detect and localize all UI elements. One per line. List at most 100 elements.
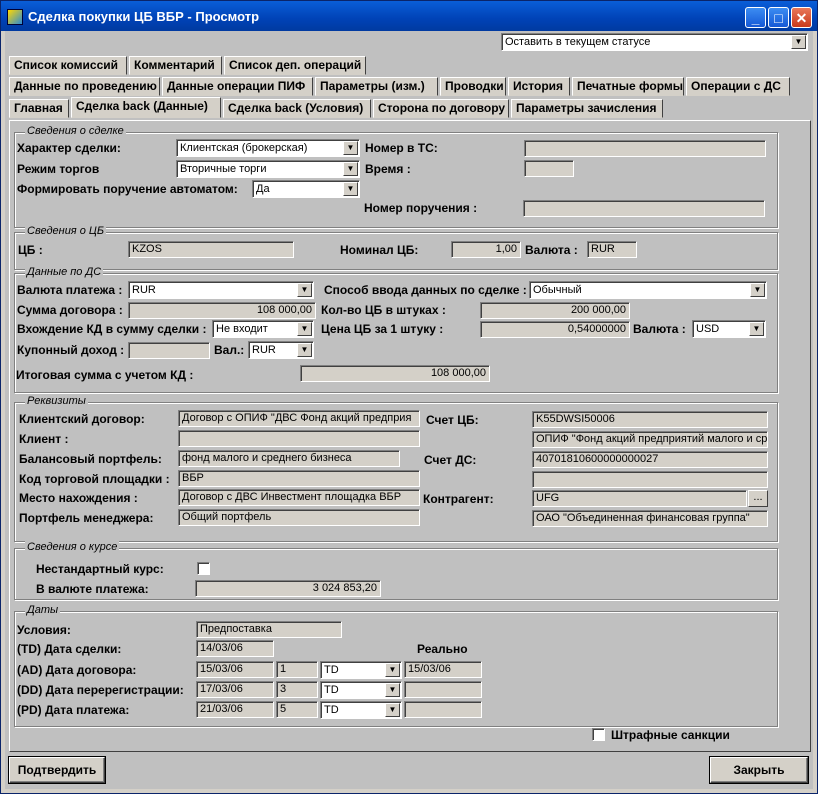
tab-pif-operation[interactable]: Данные операции ПИФ (162, 77, 313, 96)
manager-portfolio-field[interactable]: Общий портфель (178, 509, 420, 526)
title-bar[interactable]: Сделка покупки ЦБ ВБР - Просмотр _ □ ✕ (1, 1, 817, 31)
tab-deal-back-terms[interactable]: Сделка back (Условия) (223, 99, 371, 118)
agreement-type-select[interactable]: TD ▼ (320, 661, 402, 679)
pay-currency-select[interactable]: RUR ▼ (128, 281, 314, 299)
agreement-actual-field[interactable]: 15/03/06 (404, 661, 482, 678)
contract-sum-label: Сумма договора : (17, 303, 123, 317)
chevron-down-icon[interactable]: ▼ (343, 141, 358, 155)
reregistration-date-field[interactable]: 17/03/06 (196, 681, 274, 698)
chevron-down-icon[interactable]: ▼ (297, 343, 312, 357)
tab-deal-back-data[interactable]: Сделка back (Данные) (71, 97, 221, 118)
payment-actual-field[interactable] (404, 701, 482, 718)
close-button[interactable]: Закрыть (710, 757, 808, 783)
tab-execution-data[interactable]: Данные по проведению (9, 77, 160, 96)
tab-print-forms[interactable]: Печатные формы (572, 77, 684, 96)
chevron-down-icon[interactable]: ▼ (791, 35, 806, 49)
counterparty-name-field[interactable]: ОАО "Объединенная финансовая группа" (532, 510, 768, 527)
manager-portfolio-label: Портфель менеджера: (19, 511, 154, 525)
order-number-field[interactable] (523, 200, 765, 217)
tab-commission-list[interactable]: Список комиссий (9, 56, 127, 75)
chevron-down-icon[interactable]: ▼ (297, 283, 312, 297)
price-field[interactable]: 0,54000000 (480, 321, 630, 338)
total-field[interactable]: 108 000,00 (300, 365, 490, 382)
contract-sum-field[interactable]: 108 000,00 (128, 302, 316, 319)
chevron-down-icon[interactable]: ▼ (385, 683, 400, 697)
minimize-button[interactable]: _ (745, 7, 766, 28)
security-field[interactable]: KZOS (128, 241, 294, 258)
tab-comment[interactable]: Комментарий (129, 56, 222, 75)
coupon-field[interactable] (128, 342, 210, 359)
tab-cash-operations[interactable]: Операции с ДС (686, 77, 790, 96)
nonstandard-rate-checkbox[interactable] (197, 562, 210, 575)
time-field[interactable] (524, 160, 574, 177)
chevron-down-icon[interactable]: ▼ (385, 663, 400, 677)
payment-type-value: TD (324, 704, 339, 716)
penalty-checkbox[interactable] (592, 728, 605, 741)
counterparty-browse-button[interactable]: ... (748, 490, 768, 507)
agreement-date-field[interactable]: 15/03/06 (196, 661, 274, 678)
input-method-label: Способ ввода данных по сделке : (324, 283, 527, 297)
input-method-select[interactable]: Обычный ▼ (529, 281, 767, 299)
agreement-type-value: TD (324, 664, 339, 676)
client-contract-field[interactable]: Договор с ОПИФ "ДВС Фонд акций предприя (178, 410, 420, 427)
deal-character-label: Характер сделки: (17, 141, 121, 155)
tab-postings[interactable]: Проводки (440, 77, 506, 96)
security-currency-field[interactable]: RUR (587, 241, 637, 258)
counterparty-label: Контрагент: (423, 492, 494, 506)
tab-contract-side[interactable]: Сторона по договору (373, 99, 509, 118)
trade-mode-select[interactable]: Вторичные торги ▼ (176, 160, 360, 178)
conditions-field[interactable]: Предпоставка (196, 621, 342, 638)
ts-number-field[interactable] (524, 140, 766, 157)
tab-credit-params[interactable]: Параметры зачисления (511, 99, 663, 118)
tab-main[interactable]: Главная (9, 99, 69, 118)
pay-currency-amount-field[interactable]: 3 024 853,20 (195, 580, 381, 597)
balance-portfolio-field[interactable]: фонд малого и среднего бизнеса (178, 450, 400, 467)
payment-date-label: (PD) Дата платежа: (17, 703, 130, 717)
tab-panel: Сведения о сделке Характер сделки: Клиен… (9, 120, 811, 752)
counterparty-field[interactable]: UFG (532, 490, 747, 507)
client-label: Клиент : (19, 432, 69, 446)
tab-dep-operations[interactable]: Список деп. операций (224, 56, 366, 75)
chevron-down-icon[interactable]: ▼ (343, 182, 358, 196)
venue-code-label: Код торговой площадки : (19, 472, 170, 486)
payment-date-field[interactable]: 21/03/06 (196, 701, 274, 718)
quantity-field[interactable]: 200 000,00 (480, 302, 630, 319)
tab-history[interactable]: История (508, 77, 570, 96)
cash-account-name-field[interactable] (532, 471, 768, 488)
reregistration-actual-field[interactable] (404, 681, 482, 698)
cash-account-field[interactable]: 40701810600000000027 (532, 451, 768, 468)
client-field[interactable] (178, 430, 420, 447)
price-currency-select[interactable]: USD ▼ (692, 320, 766, 338)
reregistration-type-select[interactable]: TD ▼ (320, 681, 402, 699)
reregistration-days-field[interactable]: 3 (276, 681, 318, 698)
conditions-label: Условия: (17, 623, 71, 637)
trade-date-field[interactable]: 14/03/06 (196, 640, 274, 657)
maximize-button[interactable]: □ (768, 7, 789, 28)
chevron-down-icon[interactable]: ▼ (297, 322, 312, 336)
app-icon (7, 9, 23, 25)
confirm-button[interactable]: Подтвердить (9, 757, 105, 783)
venue-code-field[interactable]: ВБР (178, 470, 420, 487)
coupon-currency-select[interactable]: RUR ▼ (248, 341, 314, 359)
payment-type-select[interactable]: TD ▼ (320, 701, 402, 719)
chevron-down-icon[interactable]: ▼ (385, 703, 400, 717)
nominal-field[interactable]: 1,00 (451, 241, 521, 258)
quantity-label: Кол-во ЦБ в штуках : (321, 303, 446, 317)
location-field[interactable]: Договор с ДВС Инвестмент площадка ВБР (178, 489, 420, 506)
tab-params-changed[interactable]: Параметры (изм.) (315, 77, 438, 96)
security-account-field[interactable]: K55DWSI50006 (532, 411, 768, 428)
kd-inclusion-select[interactable]: Не входит ▼ (212, 320, 314, 338)
payment-days-field[interactable]: 5 (276, 701, 318, 718)
chevron-down-icon[interactable]: ▼ (750, 283, 765, 297)
auto-order-select[interactable]: Да ▼ (252, 180, 360, 198)
agreement-days-field[interactable]: 1 (276, 661, 318, 678)
security-account-name-field[interactable]: ОПИФ "Фонд акций предприятий малого и ср (532, 431, 768, 448)
auto-order-label: Формировать поручение автоматом: (17, 182, 238, 196)
status-select[interactable]: Оставить в текущем статусе ▼ (501, 33, 808, 51)
chevron-down-icon[interactable]: ▼ (343, 162, 358, 176)
deal-character-select[interactable]: Клиентская (брокерская) ▼ (176, 139, 360, 157)
order-number-label: Номер поручения : (364, 201, 478, 215)
close-window-button[interactable]: ✕ (791, 7, 812, 28)
total-label: Итоговая сумма с учетом КД : (16, 368, 194, 382)
chevron-down-icon[interactable]: ▼ (749, 322, 764, 336)
